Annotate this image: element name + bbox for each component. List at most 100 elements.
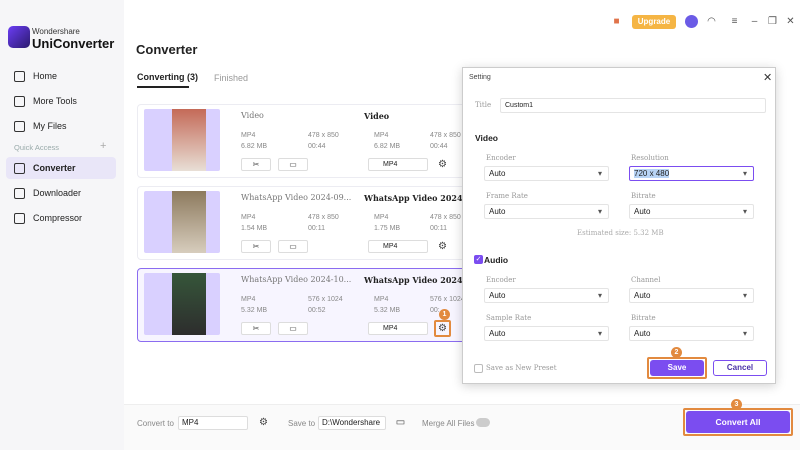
output-format: MP4 <box>374 214 389 221</box>
save-to-select[interactable]: D:\Wondershare <box>318 416 386 430</box>
sidebar-item-compressor[interactable]: Compressor <box>6 207 116 229</box>
trim-button[interactable]: ✂ <box>241 158 271 171</box>
sidebar-item-my-files[interactable]: My Files <box>6 115 116 137</box>
tab-converting[interactable]: Converting (3) <box>137 72 198 82</box>
cancel-button[interactable]: Cancel <box>713 360 767 376</box>
output-size: 5.32 MB <box>374 307 401 314</box>
menu-icon[interactable]: ≡ <box>729 16 740 27</box>
home-icon <box>14 70 25 82</box>
output-duration: 00:11 <box>430 225 447 232</box>
save-preset-checkbox[interactable] <box>474 364 483 373</box>
trim-button[interactable]: ✂ <box>241 240 271 253</box>
bitrate-label: Bitrate <box>631 192 656 200</box>
sidebar-item-converter[interactable]: Converter <box>6 157 116 179</box>
sidebar-item-home[interactable]: Home <box>6 65 116 87</box>
add-quick-access-icon[interactable]: + <box>100 140 106 152</box>
source-size: 1.54 MB <box>241 225 268 232</box>
output-format: MP4 <box>374 296 389 303</box>
merge-toggle[interactable] <box>476 418 490 427</box>
compress-icon <box>14 212 25 224</box>
save-button[interactable]: Save <box>650 360 704 376</box>
step-1-badge: 1 <box>439 309 450 320</box>
crop-button[interactable]: ▭ <box>278 158 308 171</box>
step-3-badge: 3 <box>731 399 742 410</box>
encoder-select[interactable]: Auto <box>484 166 609 181</box>
gift-icon[interactable]: ■ <box>611 16 622 27</box>
output-file-name: Video <box>364 111 390 121</box>
converter-icon <box>14 162 25 174</box>
frame-rate-label: Frame Rate <box>486 192 528 200</box>
audio-checkbox[interactable]: ✓ <box>474 255 483 264</box>
download-icon <box>14 187 25 199</box>
output-size: 6.82 MB <box>374 143 401 150</box>
sidebar-item-downloader[interactable]: Downloader <box>6 182 116 204</box>
output-resolution: 478 x 850 <box>430 214 461 221</box>
files-icon <box>14 120 25 132</box>
output-resolution: 576 x 1024 <box>430 296 465 303</box>
title-label: Title <box>475 101 492 109</box>
source-size: 5.32 MB <box>241 307 268 314</box>
audio-encoder-select[interactable]: Auto <box>484 288 609 303</box>
convert-to-select[interactable]: MP4 <box>178 416 248 430</box>
source-file-name: WhatsApp Video 2024-09... <box>241 193 352 202</box>
preset-title-input[interactable]: Custom1 <box>500 98 766 113</box>
bitrate-select[interactable]: Auto <box>629 204 754 219</box>
file-card[interactable]: Video MP4 478 x 850 6.82 MB 00:44 ✂ ▭ Vi… <box>137 104 493 178</box>
video-thumbnail <box>144 109 220 171</box>
close-icon[interactable]: ✕ <box>785 16 796 27</box>
source-file-name: Video <box>241 111 264 120</box>
output-format-select[interactable]: MP4 <box>368 322 428 335</box>
resolution-select[interactable]: 720 x 480 <box>629 166 754 181</box>
source-file-name: WhatsApp Video 2024-10... <box>241 275 352 284</box>
sidebar-item-more-tools[interactable]: More Tools <box>6 90 116 112</box>
audio-bitrate-select[interactable]: Auto <box>629 326 754 341</box>
brand-big: UniConverter <box>32 36 115 51</box>
file-card-selected[interactable]: WhatsApp Video 2024-10... MP4 576 x 1024… <box>137 268 493 342</box>
file-card[interactable]: WhatsApp Video 2024-09... MP4 478 x 850 … <box>137 186 493 260</box>
crop-button[interactable]: ▭ <box>278 240 308 253</box>
save-to-label: Save to <box>288 419 316 428</box>
settings-gear-icon[interactable]: ⚙ <box>436 158 449 171</box>
save-preset-label: Save as New Preset <box>486 364 557 372</box>
encoder-label: Encoder <box>486 154 516 162</box>
source-format: MP4 <box>241 214 256 221</box>
source-size: 6.82 MB <box>241 143 268 150</box>
output-duration: 00:44 <box>430 143 448 150</box>
tab-finished[interactable]: Finished <box>214 73 248 83</box>
audio-encoder-label: Encoder <box>486 276 516 284</box>
crop-button[interactable]: ▭ <box>278 322 308 335</box>
sample-rate-select[interactable]: Auto <box>484 326 609 341</box>
sample-rate-label: Sample Rate <box>486 314 532 322</box>
channel-select[interactable]: Auto <box>629 288 754 303</box>
convert-all-button[interactable]: Convert All <box>686 411 790 433</box>
frame-rate-select[interactable]: Auto <box>484 204 609 219</box>
dialog-close-icon[interactable]: ✕ <box>763 71 772 84</box>
source-duration: 00:44 <box>308 143 326 150</box>
merge-all-label: Merge All Files <box>422 419 475 428</box>
restore-icon[interactable]: ❐ <box>767 16 778 27</box>
settings-gear-icon[interactable]: ⚙ <box>434 320 451 337</box>
output-settings-icon[interactable]: ⚙ <box>257 416 270 429</box>
headset-icon[interactable]: ◠ <box>706 16 717 27</box>
dialog-title: Setting <box>469 74 491 81</box>
upgrade-button[interactable]: Upgrade <box>632 15 676 29</box>
source-format: MP4 <box>241 132 256 139</box>
audio-bitrate-label: Bitrate <box>631 314 656 322</box>
trim-button[interactable]: ✂ <box>241 322 271 335</box>
avatar[interactable] <box>685 15 698 28</box>
tab-underline <box>137 86 189 88</box>
output-format: MP4 <box>374 132 389 139</box>
channel-label: Channel <box>631 276 661 284</box>
source-format: MP4 <box>241 296 256 303</box>
app-logo <box>8 26 30 48</box>
source-resolution: 478 x 850 <box>308 132 339 139</box>
resolution-label: Resolution <box>631 154 669 162</box>
source-resolution: 576 x 1024 <box>308 296 343 303</box>
folder-icon[interactable]: ▭ <box>394 416 407 429</box>
output-format-select[interactable]: MP4 <box>368 240 428 253</box>
settings-gear-icon[interactable]: ⚙ <box>436 240 449 253</box>
output-format-select[interactable]: MP4 <box>368 158 428 171</box>
output-resolution: 478 x 850 <box>430 132 461 139</box>
video-thumbnail <box>144 191 220 253</box>
minimize-icon[interactable]: – <box>749 16 760 27</box>
